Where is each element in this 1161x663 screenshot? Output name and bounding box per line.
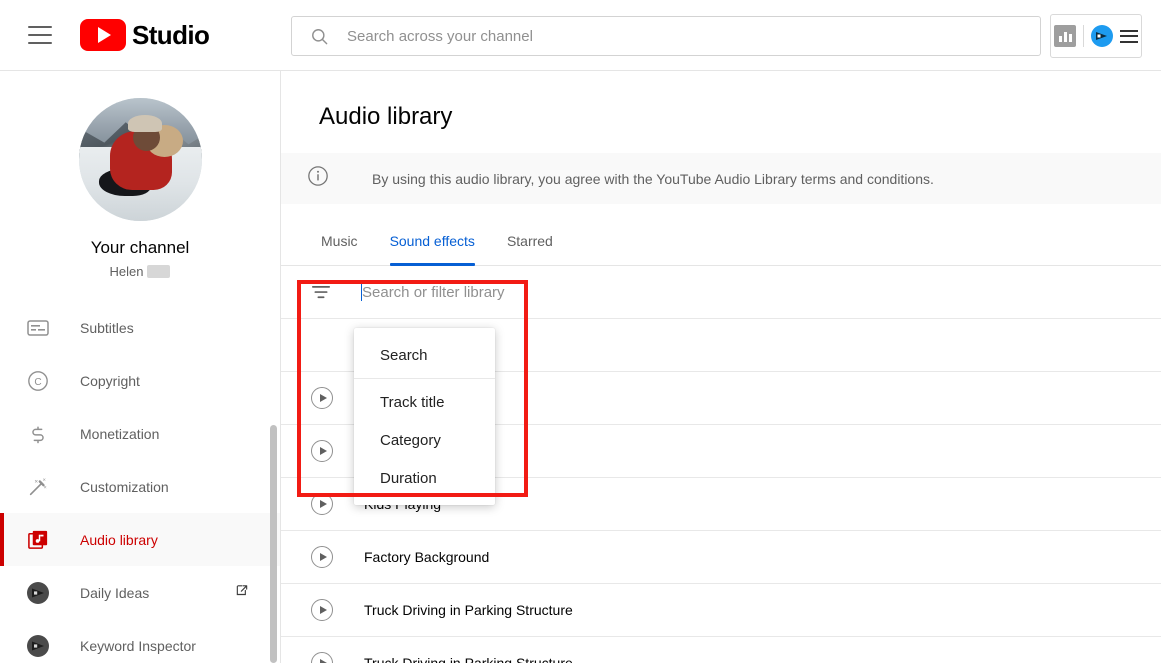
sidebar-scrollbar[interactable] — [270, 425, 277, 663]
search-input[interactable] — [347, 27, 1007, 45]
filter-bar — [281, 266, 1161, 319]
info-icon — [307, 165, 329, 192]
terms-banner-text: By using this audio library, you agree w… — [372, 170, 934, 187]
channel-block: Your channel Helen — [0, 71, 280, 279]
dollar-sign-icon — [24, 423, 52, 445]
external-link-icon[interactable] — [234, 582, 250, 603]
main-content: Audio library By using this audio librar… — [281, 71, 1161, 663]
sidebar-item-keyword-inspector[interactable]: Keyword Inspector — [0, 619, 280, 663]
svg-text:C: C — [34, 377, 41, 388]
svg-text:×: × — [44, 484, 47, 490]
channel-handle-text: Helen — [109, 264, 144, 279]
tab-starred[interactable]: Starred — [491, 233, 569, 265]
hamburger-menu-icon[interactable] — [1120, 29, 1138, 43]
magic-wand-icon: × × × — [24, 476, 52, 498]
svg-text:×: × — [34, 478, 38, 485]
search-filter-input[interactable] — [362, 283, 622, 301]
dropdown-item-category[interactable]: Category — [354, 421, 495, 459]
dropdown-item-duration[interactable]: Duration — [354, 459, 495, 497]
vidiq-badge-icon[interactable] — [1091, 25, 1113, 47]
sidebar: Your channel Helen Subtitles C Copyright… — [0, 71, 281, 663]
tab-sound-effects[interactable]: Sound effects — [374, 233, 491, 266]
avatar[interactable] — [78, 98, 202, 221]
svg-text:×: × — [43, 477, 46, 483]
dropdown-item-search[interactable]: Search — [354, 336, 495, 374]
vidiq-icon — [24, 634, 52, 658]
filter-icon[interactable] — [311, 284, 331, 300]
vidiq-icon — [24, 581, 52, 605]
sidebar-item-label: Audio library — [80, 531, 158, 548]
top-bar: Studio — [0, 0, 1161, 71]
sidebar-item-label: Subtitles — [80, 319, 134, 336]
play-circle-icon[interactable] — [311, 387, 333, 409]
studio-brand[interactable]: Studio — [80, 19, 210, 51]
play-circle-icon[interactable] — [311, 493, 333, 515]
terms-banner: By using this audio library, you agree w… — [281, 153, 1161, 204]
play-circle-icon[interactable] — [311, 440, 333, 462]
sidebar-item-label: Copyright — [80, 372, 140, 389]
sidebar-item-audio-library[interactable]: Audio library — [0, 513, 280, 566]
bar-chart-icon[interactable] — [1054, 25, 1076, 47]
channel-handle: Helen — [0, 264, 280, 279]
divider — [354, 378, 495, 379]
library-tabs: Music Sound effects Starred — [281, 204, 1161, 266]
sidebar-item-daily-ideas[interactable]: Daily Ideas — [0, 566, 280, 619]
tab-music[interactable]: Music — [305, 233, 374, 265]
sidebar-item-subtitles[interactable]: Subtitles — [0, 301, 280, 354]
play-circle-icon[interactable] — [311, 599, 333, 621]
divider — [1083, 25, 1084, 47]
subtitles-icon — [24, 319, 52, 336]
table-row[interactable]: Truck Driving in Parking Structure — [281, 584, 1161, 637]
table-row[interactable]: Factory Background — [281, 531, 1161, 584]
track-title: Factory Background — [364, 549, 490, 565]
copyright-icon: C — [24, 370, 52, 392]
track-title: Truck Driving in Parking Structure — [364, 655, 573, 663]
play-circle-icon[interactable] — [311, 652, 333, 663]
sidebar-item-label: Keyword Inspector — [80, 637, 196, 654]
redacted-block — [147, 265, 171, 278]
search-filter-dropdown: Search Track title Category Duration — [354, 328, 495, 505]
page-title: Audio library — [319, 103, 453, 130]
sidebar-item-monetization[interactable]: Monetization — [0, 407, 280, 460]
youtube-logo-icon — [80, 19, 126, 51]
hamburger-menu-icon[interactable] — [28, 26, 52, 44]
channel-search-bar[interactable] — [291, 16, 1041, 56]
sidebar-nav: Subtitles C Copyright Monetization × × × C… — [0, 301, 280, 663]
search-icon — [310, 27, 329, 46]
dropdown-item-track-title[interactable]: Track title — [354, 383, 495, 421]
audio-library-icon — [24, 528, 52, 551]
sidebar-item-label: Customization — [80, 478, 169, 495]
table-row[interactable]: Truck Driving in Parking Structure — [281, 637, 1161, 663]
play-circle-icon[interactable] — [311, 546, 333, 568]
filter-input-wrap[interactable] — [361, 283, 622, 301]
sidebar-item-customization[interactable]: × × × Customization — [0, 460, 280, 513]
track-title: Truck Driving in Parking Structure — [364, 602, 573, 618]
brand-text: Studio — [132, 19, 210, 50]
sidebar-item-label: Daily Ideas — [80, 584, 150, 601]
sidebar-item-label: Monetization — [80, 425, 160, 442]
channel-title: Your channel — [90, 238, 190, 257]
top-right-actions[interactable] — [1050, 14, 1142, 58]
sidebar-item-copyright[interactable]: C Copyright — [0, 354, 280, 407]
